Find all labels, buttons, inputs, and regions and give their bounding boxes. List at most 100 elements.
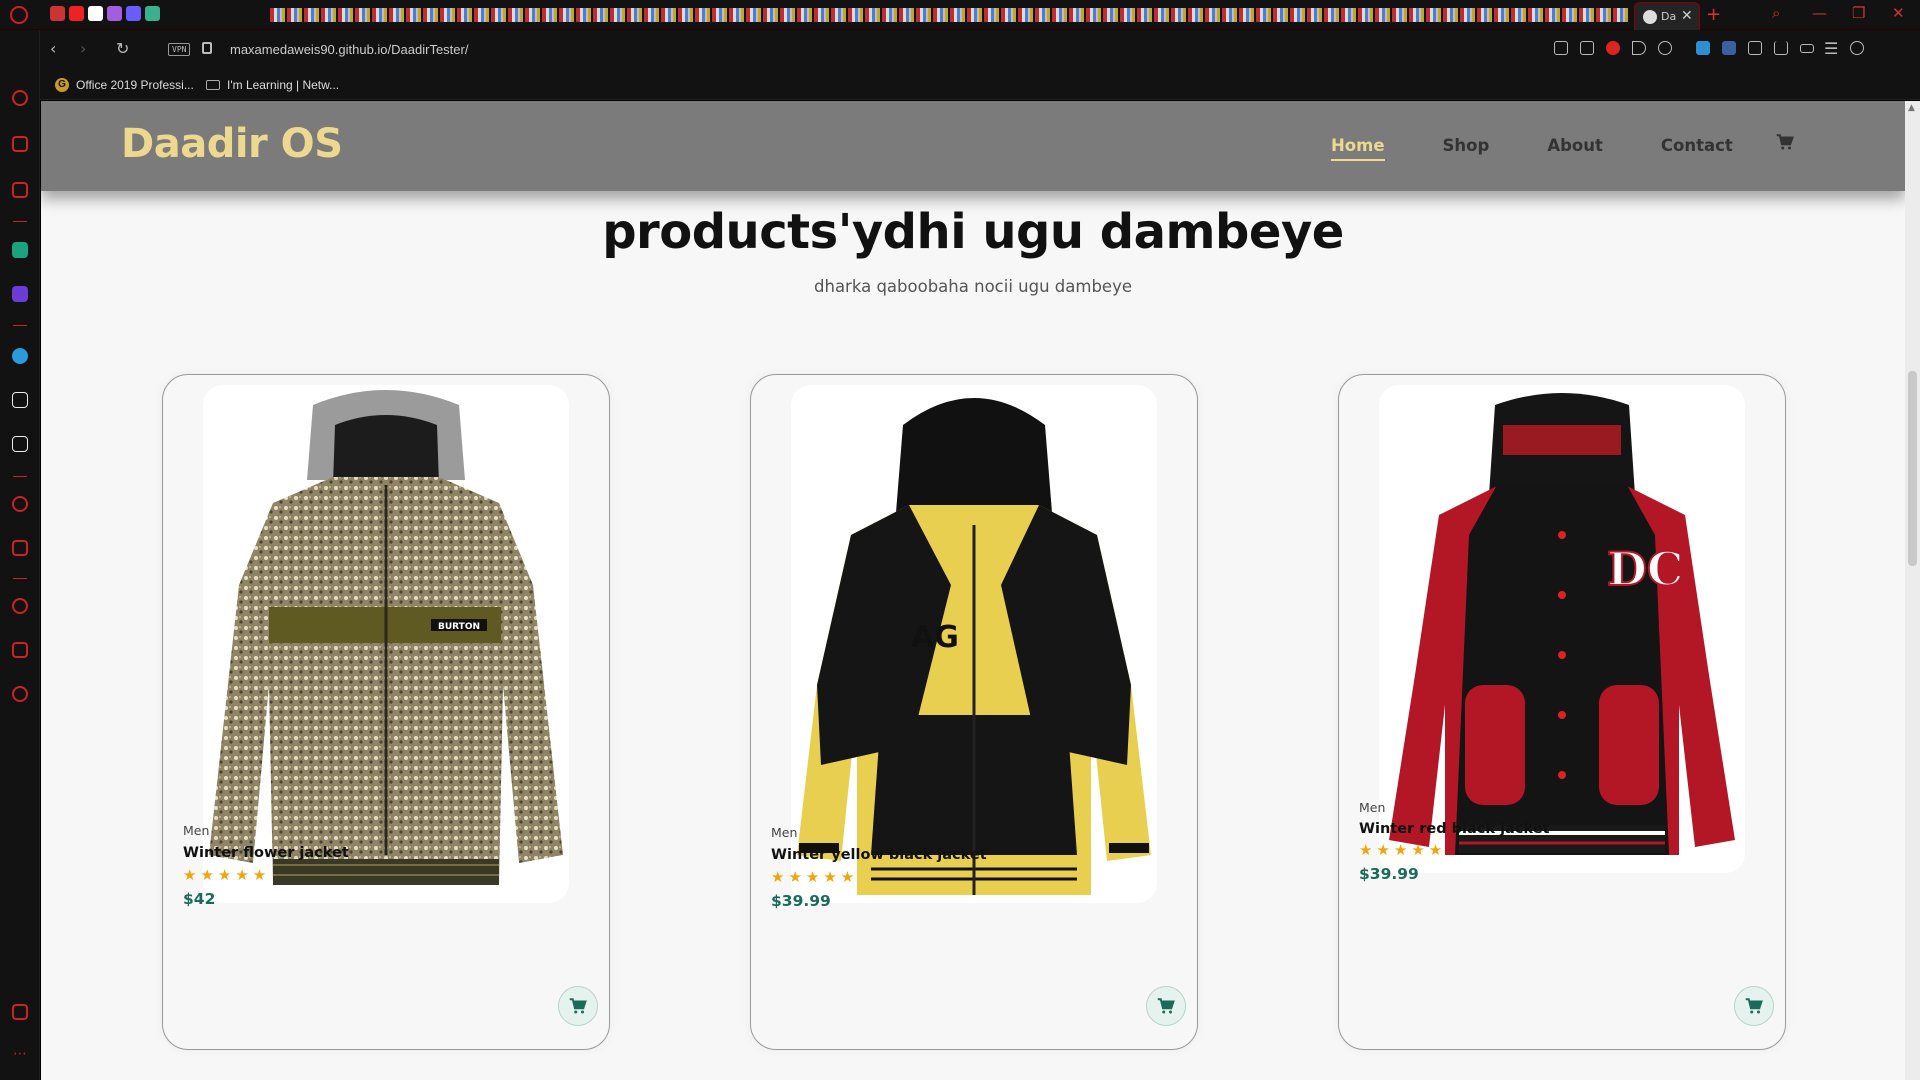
back-button[interactable]: ‹ <box>50 39 56 58</box>
url-path: /DaadirTester/ <box>387 42 469 57</box>
bookmark-label: Office 2019 Professi... <box>76 78 194 92</box>
settings-icon[interactable] <box>12 686 28 702</box>
product-rating-stars: ★★★★★ <box>771 868 859 886</box>
extension-icon[interactable] <box>1696 41 1710 55</box>
opera-menu-icon[interactable] <box>10 6 28 24</box>
product-price: $39.99 <box>1359 865 1419 883</box>
add-to-cart-button[interactable] <box>1146 986 1186 1026</box>
battery-icon[interactable] <box>1800 44 1814 53</box>
extensions-icon[interactable] <box>12 642 28 658</box>
telegram-icon[interactable] <box>12 348 28 364</box>
product-name[interactable]: Winter yellow black jacket <box>771 847 987 863</box>
lock-icon[interactable] <box>202 42 212 54</box>
many-tabs-favicons[interactable] <box>270 8 1630 22</box>
new-tab-button[interactable]: + <box>1706 4 1721 25</box>
tab-favicon[interactable] <box>126 6 141 21</box>
yellow-black-jacket-image: AG <box>797 398 1151 895</box>
nav-link-shop[interactable]: Shop <box>1443 136 1490 155</box>
product-rating-stars: ★★★★★ <box>1359 841 1447 859</box>
product-image[interactable]: AG <box>791 385 1157 903</box>
notion-tab-icon[interactable] <box>88 6 103 21</box>
search-tabs-icon[interactable]: ⌕ <box>1772 4 1780 22</box>
product-name[interactable]: Winter red black jacket <box>1359 821 1549 837</box>
product-card[interactable]: DC Men Winter red black jacket ★★★★★ $39… <box>1338 374 1786 1050</box>
scrollbar-thumb[interactable] <box>1908 371 1917 566</box>
extension-icon[interactable] <box>1722 41 1736 55</box>
site-header: Daadir OS Home Shop About Contact <box>41 101 1905 191</box>
red-black-jacket-image: DC <box>1389 393 1735 855</box>
pinned-tab-favicons <box>50 6 160 21</box>
history-icon[interactable] <box>12 598 28 614</box>
bookmark-item[interactable]: I'm Learning | Netw... <box>206 78 339 92</box>
svg-text:BURTON: BURTON <box>438 622 480 632</box>
image-icon[interactable] <box>12 1004 28 1020</box>
bookmarks-bar: G Office 2019 Professi... I'm Learning |… <box>40 70 1920 100</box>
product-card[interactable]: AG Men Winter yellow black jacket ★★★★★ … <box>750 374 1198 1050</box>
bookmark-item[interactable]: G Office 2019 Professi... <box>55 78 194 92</box>
restore-button[interactable]: ❐ <box>1852 4 1865 22</box>
bookmark-page-icon <box>206 80 220 90</box>
youtube-tab-icon[interactable] <box>69 6 84 21</box>
url-field[interactable]: maxamedaweis90.github.io/DaadirTester/ <box>230 42 468 57</box>
add-to-cart-button[interactable] <box>558 986 598 1026</box>
tab-title: Da <box>1661 10 1677 23</box>
player-icon[interactable] <box>12 496 28 512</box>
section-subtitle: dharka qaboobaha nocii ugu dambeye <box>814 277 1132 296</box>
chatgpt-tab-icon[interactable] <box>145 6 160 21</box>
product-name[interactable]: Winter flower jacket <box>183 845 349 861</box>
download-icon[interactable] <box>1774 41 1788 55</box>
more-icon[interactable]: ⋯ <box>12 1046 28 1062</box>
shop-icon[interactable] <box>12 136 28 152</box>
site-logo[interactable]: Daadir OS <box>121 121 343 167</box>
main-nav: Home Shop About Contact <box>1331 136 1733 161</box>
nav-link-home[interactable]: Home <box>1331 136 1385 161</box>
add-to-cart-button[interactable] <box>1734 986 1774 1026</box>
minimize-button[interactable]: — <box>1812 4 1827 22</box>
product-image[interactable]: DC <box>1379 385 1745 873</box>
svg-text:AG: AG <box>911 620 959 655</box>
tab-strip: Da ✕ + ⌕ — ❐ ✕ <box>0 0 1920 30</box>
product-image[interactable]: BURTON <box>203 385 569 903</box>
cube-icon[interactable] <box>1748 41 1762 55</box>
speed-dial-icon[interactable] <box>12 90 28 106</box>
cart-icon <box>1745 998 1763 1014</box>
product-category: Men <box>1359 800 1386 815</box>
easy-setup-icon[interactable]: ☰ <box>1824 39 1838 58</box>
page-scrollbar[interactable]: ▲ <box>1905 101 1920 1080</box>
cart-icon[interactable] <box>1776 133 1794 151</box>
github-icon <box>1643 10 1657 24</box>
close-tab-icon[interactable]: ✕ <box>1681 8 1693 24</box>
send-icon[interactable] <box>1632 41 1646 55</box>
nav-link-contact[interactable]: Contact <box>1661 136 1733 155</box>
page-viewport: Daadir OS Home Shop About Contact produc… <box>41 101 1905 1080</box>
browser-sidebar: ⋯ <box>0 30 40 1080</box>
profile-icon[interactable] <box>1850 41 1864 55</box>
wallet-icon[interactable] <box>12 540 28 556</box>
product-card[interactable]: BURTON Men Winter flower jacket ★★★★★ $4… <box>162 374 610 1050</box>
heart-icon[interactable] <box>1658 41 1672 55</box>
cart-icon <box>1157 998 1175 1014</box>
tab-favicon[interactable] <box>107 6 122 21</box>
bookmark-label: I'm Learning | Netw... <box>227 78 340 92</box>
calendar-icon[interactable] <box>12 182 28 198</box>
cs-icon[interactable] <box>12 286 28 302</box>
product-price: $42 <box>183 890 216 908</box>
camera-icon[interactable] <box>1580 41 1594 55</box>
chatgpt-icon[interactable] <box>12 242 28 258</box>
x-icon[interactable] <box>12 436 28 452</box>
share-icon[interactable] <box>1554 41 1568 55</box>
reload-button[interactable]: ↻ <box>116 39 129 58</box>
forward-button[interactable]: › <box>80 39 86 58</box>
close-window-button[interactable]: ✕ <box>1892 4 1905 22</box>
sidebar-divider <box>13 476 27 477</box>
adblock-icon[interactable] <box>1606 41 1620 55</box>
tiktok-icon[interactable] <box>12 392 28 408</box>
sidebar-divider <box>13 221 27 222</box>
nav-link-about[interactable]: About <box>1547 136 1603 155</box>
g-icon: G <box>55 78 69 92</box>
scroll-up-arrow-icon[interactable]: ▲ <box>1908 103 1915 113</box>
active-tab[interactable]: Da ✕ <box>1634 2 1700 30</box>
address-bar: ‹ › ↻ VPN maxamedaweis90.github.io/Daadi… <box>40 30 1920 70</box>
vpn-badge[interactable]: VPN <box>168 43 191 56</box>
tab-favicon[interactable] <box>50 6 65 21</box>
